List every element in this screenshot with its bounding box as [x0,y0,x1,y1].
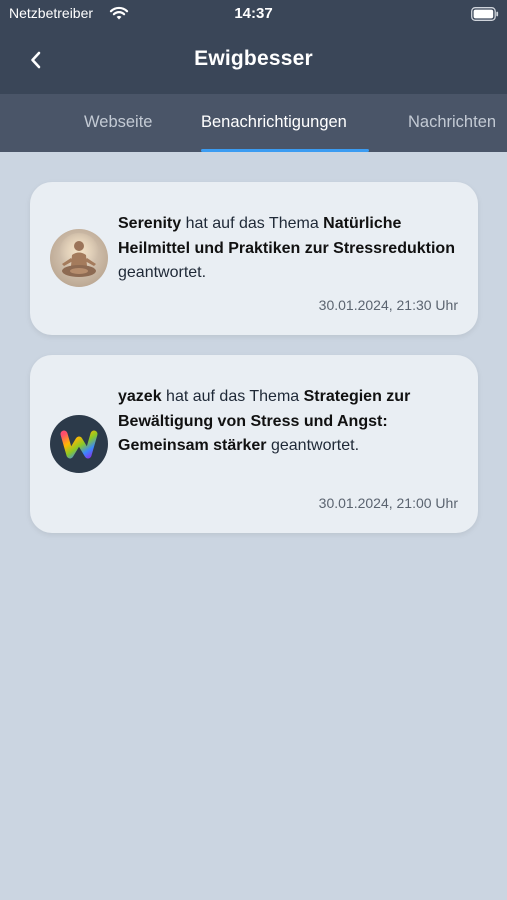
battery-icon [471,7,499,21]
status-time: 14:37 [234,5,273,22]
notification-card[interactable]: yazek hat auf das Thema Strategien zur B… [30,355,478,533]
notification-text: yazek hat auf das Thema Strategien zur B… [118,385,463,459]
page-title: Ewigbesser [194,47,313,70]
avatar [50,229,108,287]
active-tab-indicator [201,149,369,152]
notification-text: Serenity hat auf das Thema Natürliche He… [118,212,463,286]
tab-webseite[interactable]: Webseite [84,113,152,132]
tab-benachrichtigungen[interactable]: Benachrichtigungen [201,113,347,132]
notification-user: Serenity [118,215,182,232]
avatar [50,415,108,473]
rainbow-w-logo-icon [50,415,108,473]
notification-phrase: hat auf das Thema [181,215,324,232]
status-bar: Netzbetreiber 14:37 [0,0,507,28]
notification-phrase: hat auf das Thema [161,388,304,405]
notification-user: yazek [118,388,162,405]
notification-timestamp: 30.01.2024, 21:00 Uhr [318,495,458,511]
app-header: Netzbetreiber 14:37 Ewigbesser [0,0,507,94]
notification-timestamp: 30.01.2024, 21:30 Uhr [318,297,458,313]
tab-bar: Webseite Benachrichtigungen Nachrichten [0,94,507,152]
tab-nachrichten[interactable]: Nachrichten [408,113,496,132]
notification-suffix: geantwortet. [266,437,360,454]
notification-suffix: geantwortet. [118,264,207,281]
notification-card[interactable]: Serenity hat auf das Thema Natürliche He… [30,182,478,335]
meditation-avatar-icon [50,229,108,287]
